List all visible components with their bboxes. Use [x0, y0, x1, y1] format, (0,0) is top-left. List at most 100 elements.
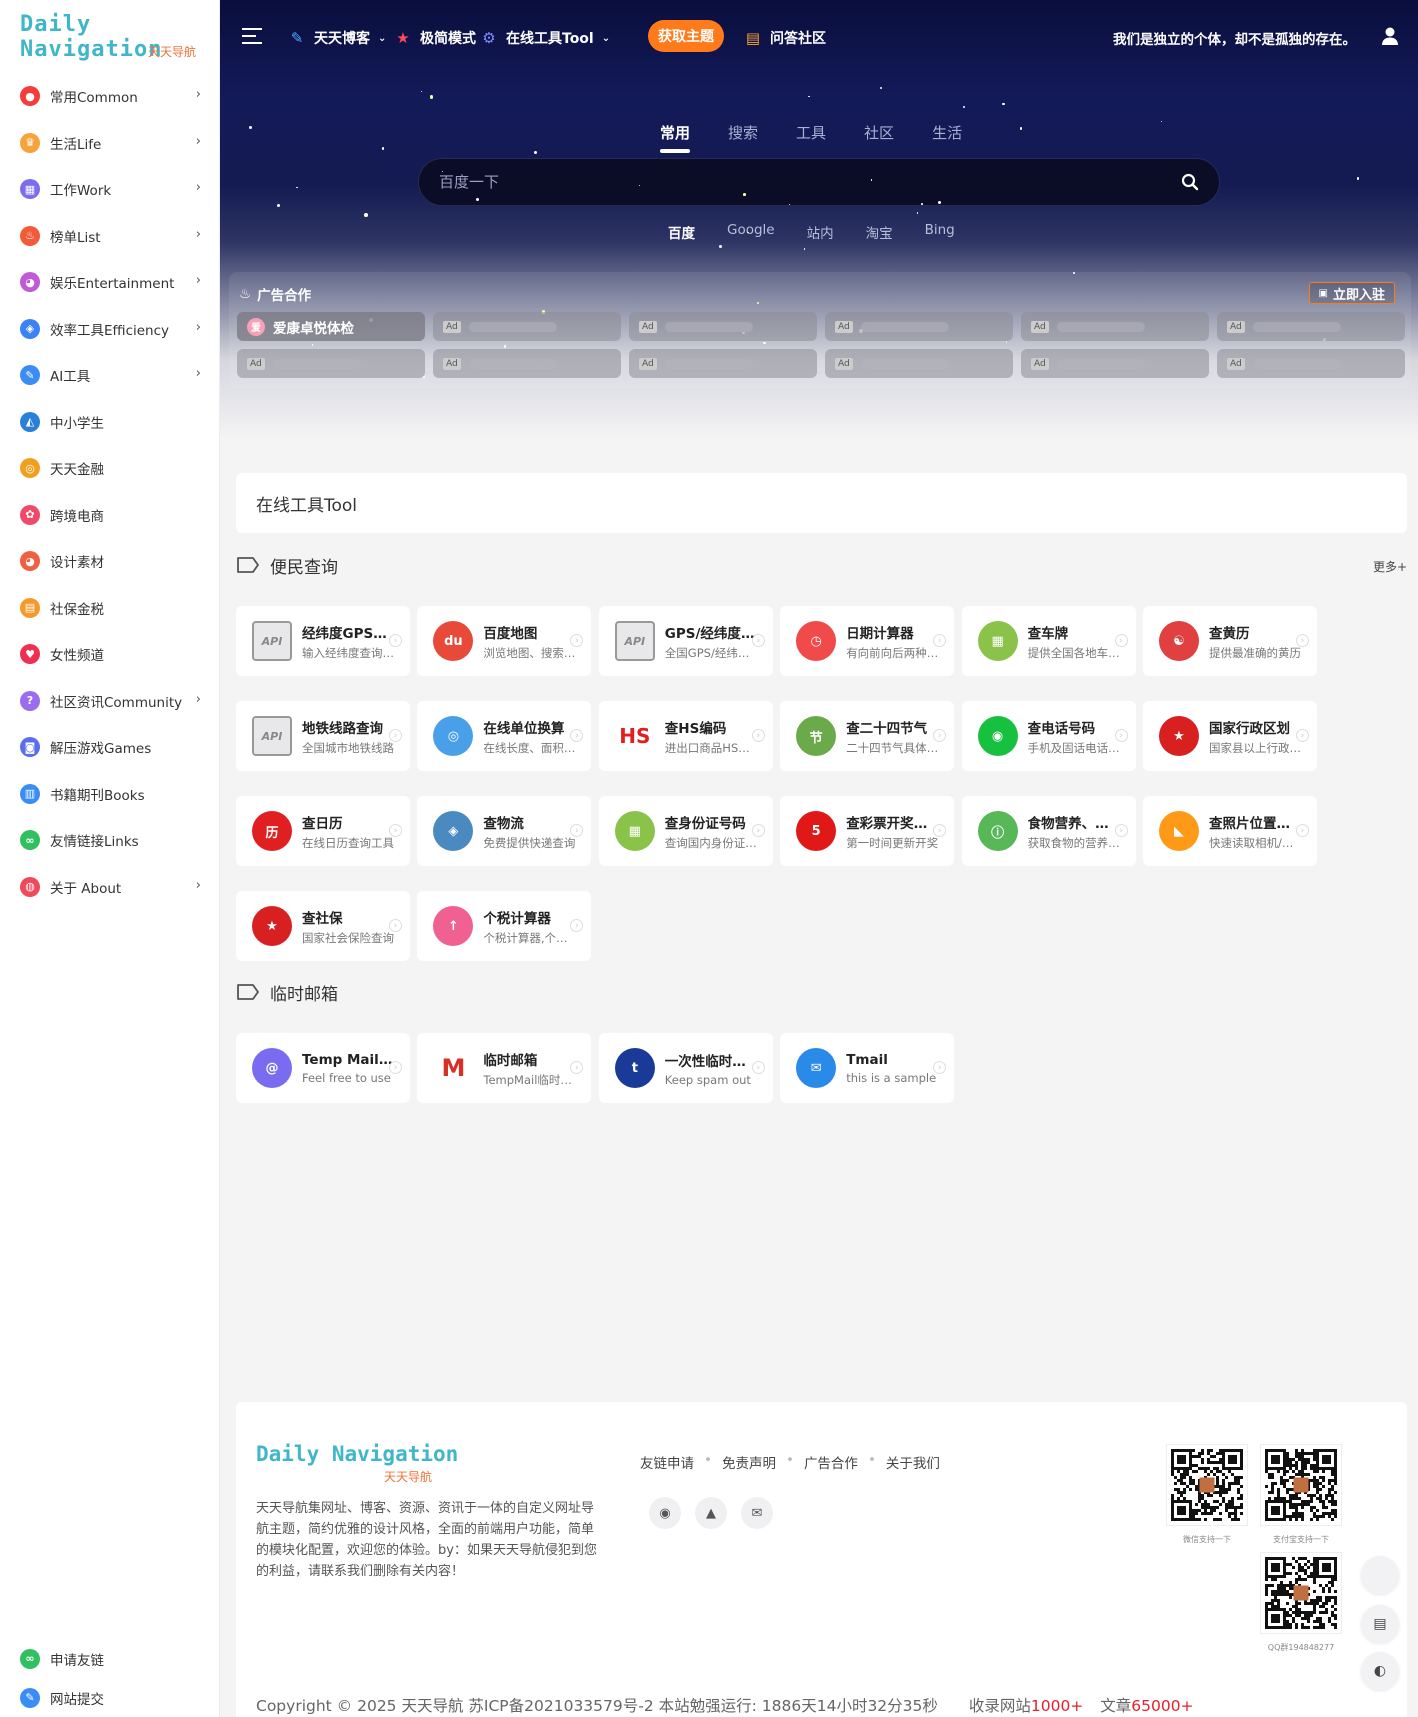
theme-toggle-button[interactable]: ◐ — [1361, 1652, 1399, 1690]
sidebar-item-1[interactable]: ∞ 申请友链 — [0, 1639, 220, 1678]
tool-card[interactable]: 5 查彩票开奖结果 第一时间更新开奖 › — [780, 796, 955, 866]
tool-card[interactable]: ◈ 查物流 免费提供快递查询 › — [417, 796, 592, 866]
tool-card[interactable]: ◎在线单位换算在线长度、面积换算› — [417, 701, 592, 771]
arrow-right-circle-icon[interactable]: › — [389, 824, 402, 837]
arrow-right-circle-icon[interactable]: › — [1114, 634, 1128, 647]
wechat-icon[interactable]: ◉ — [649, 1497, 681, 1529]
sidebar-item-9[interactable]: ◎ 天天金融 — [0, 445, 219, 492]
arrow-right-circle-icon[interactable]: › — [389, 919, 402, 932]
arrow-right-circle-icon[interactable]: › — [389, 1061, 402, 1074]
arrow-right-circle-icon[interactable]: › — [751, 824, 765, 837]
tool-card[interactable]: @ Temp Mail - Disposable Feel free to use› — [236, 1033, 410, 1103]
tool-card[interactable]: ◷日期计算器有向前向后两种计算› — [780, 606, 955, 676]
sidebar-item-5[interactable]: ◕ 娱乐Entertainment › — [0, 259, 219, 306]
nav-item-tools[interactable]: ⚙ 在线工具Tool ⌄ — [480, 28, 610, 48]
arrow-right-circle-icon[interactable]: › — [1296, 824, 1309, 837]
footer-logo[interactable]: Daily Navigation 天天导航 — [256, 1442, 458, 1484]
tool-card[interactable]: ★ 查社保 国家社会保险查询 › — [236, 891, 410, 961]
arrow-right-circle-icon[interactable]: › — [570, 919, 584, 932]
ad-slot-empty[interactable]: Ad — [1217, 312, 1405, 341]
sidebar-item-6[interactable]: ◈ 效率工具Efficiency › — [0, 306, 219, 353]
arrow-right-circle-icon[interactable]: › — [751, 1061, 765, 1074]
search-tab[interactable]: 生活 — [932, 122, 962, 143]
nav-item-qa[interactable]: ▤ 问答社区 — [744, 28, 826, 48]
ad-slot-featured[interactable]: 爱爱康卓悦体检 — [237, 312, 425, 341]
float-menu-button[interactable]: ▤ — [1361, 1605, 1399, 1643]
tool-card[interactable]: ▦ 查身份证号码查询国内身份证号码› — [598, 796, 773, 866]
arrow-right-circle-icon[interactable]: › — [1114, 729, 1128, 742]
search-engine-tab[interactable]: 百度 — [668, 222, 695, 242]
tool-card[interactable]: ★ 国家行政区划国家县以上行政区划› — [1143, 701, 1317, 771]
ad-slot-empty[interactable]: Ad — [1021, 349, 1209, 378]
site-logo[interactable]: Daily Navigation 天天导航 — [0, 0, 219, 73]
tool-card[interactable]: API 地铁线路查询 全国城市地铁线路 › — [236, 701, 410, 771]
ad-slot-empty[interactable]: Ad — [825, 349, 1013, 378]
arrow-right-circle-icon[interactable]: › — [933, 634, 947, 647]
arrow-right-circle-icon[interactable]: › — [933, 824, 947, 837]
tool-card[interactable]: 历查日历 在线日历查询工具 › — [236, 796, 410, 866]
arrow-right-circle-icon[interactable]: › — [1114, 824, 1128, 837]
tool-card[interactable]: HS 查HS编码 进出口商品HS编码 › — [598, 701, 773, 771]
tool-card[interactable]: ⓘ 食物营养、热量获取食物的营养成分› — [961, 796, 1136, 866]
search-tab[interactable]: 常用 — [660, 122, 691, 153]
ad-slot-empty[interactable]: Ad — [825, 312, 1013, 341]
nav-item-blog[interactable]: ✎ 天天博客 ⌄ — [288, 28, 387, 48]
arrow-right-circle-icon[interactable]: › — [389, 729, 402, 742]
footer-link[interactable]: 免责声明 — [722, 1452, 776, 1472]
sidebar-item-10[interactable]: ✿ 跨境电商 — [0, 492, 219, 539]
tool-card[interactable]: ◣ 查照片位置信息 快速读取相机/照片 › — [1143, 796, 1317, 866]
arrow-right-circle-icon[interactable]: › — [570, 729, 584, 742]
arrow-right-circle-icon[interactable]: › — [389, 634, 402, 647]
footer-link[interactable]: 关于我们 — [886, 1452, 940, 1472]
arrow-right-circle-icon[interactable]: › — [933, 729, 947, 742]
sidebar-item-2[interactable]: ✎ 网站提交 — [0, 1678, 220, 1717]
menu-toggle-icon[interactable] — [242, 28, 262, 44]
join-ad-button[interactable]: ▣ 立即入驻 — [1308, 282, 1395, 304]
float-blank-button[interactable] — [1361, 1556, 1399, 1594]
email-icon[interactable]: ✉ — [741, 1497, 773, 1529]
ad-slot-empty[interactable]: Ad — [1217, 349, 1405, 378]
tool-card[interactable]: t 一次性临时邮箱 Keep spam out › — [598, 1033, 773, 1103]
tool-card[interactable]: ✉ Tmail this is a sample › — [780, 1033, 955, 1103]
arrow-right-circle-icon[interactable]: › — [570, 824, 584, 837]
arrow-right-circle-icon[interactable]: › — [1296, 729, 1309, 742]
arrow-right-circle-icon[interactable]: › — [751, 634, 765, 647]
tool-card[interactable]: ▦ 查车牌提供全国各地车牌查询› — [961, 606, 1136, 676]
ad-slot-empty[interactable]: Ad — [1021, 312, 1209, 341]
search-engine-tab[interactable]: 淘宝 — [866, 222, 893, 242]
get-theme-button[interactable]: 获取主题 — [648, 20, 724, 52]
tool-card[interactable]: API GPS/经纬度查询全国GPS/经纬度查询› — [598, 606, 773, 676]
arrow-right-circle-icon[interactable]: › — [751, 729, 765, 742]
sidebar-item-13[interactable]: ♥ 女性频道 — [0, 631, 219, 678]
more-link[interactable]: 更多+ — [1373, 558, 1407, 575]
search-tab[interactable]: 工具 — [796, 122, 826, 143]
user-icon[interactable] — [1380, 26, 1400, 46]
sidebar-item-18[interactable]: ◍ 关于 About › — [0, 864, 219, 911]
sidebar-item-16[interactable]: ▥ 书籍期刊Books — [0, 771, 219, 818]
tool-card[interactable]: API 经纬度GPS查询输入经纬度查询位置› — [236, 606, 410, 676]
tool-card[interactable]: ◉ 查电话号码手机及固话电话归属› — [961, 701, 1136, 771]
ad-slot-empty[interactable]: Ad — [433, 349, 621, 378]
search-engine-tab[interactable]: 站内 — [807, 222, 834, 242]
search-tab[interactable]: 搜索 — [728, 122, 758, 143]
tool-card[interactable]: 节查二十四节气二十四节气具体时间› — [780, 701, 955, 771]
footer-link[interactable]: 广告合作 — [804, 1452, 858, 1472]
nav-item-minimal[interactable]: ★ 极简模式 — [394, 28, 476, 48]
sidebar-item-8[interactable]: ◭ 中小学生 — [0, 399, 219, 446]
sidebar-item-4[interactable]: ♨ 榜单List › — [0, 213, 219, 260]
sidebar-item-12[interactable]: ▤ 社保金税 — [0, 585, 219, 632]
sidebar-item-17[interactable]: ∞ 友情链接Links — [0, 817, 219, 864]
sidebar-item-7[interactable]: ✎ AI工具 › — [0, 352, 219, 399]
qq-icon[interactable]: ▲ — [695, 1497, 727, 1529]
search-tab[interactable]: 社区 — [864, 122, 894, 143]
search-input[interactable] — [439, 159, 1139, 205]
arrow-right-circle-icon[interactable]: › — [570, 634, 584, 647]
tool-card[interactable]: du百度地图浏览地图、搜索地点› — [417, 606, 592, 676]
sidebar-item-14[interactable]: ? 社区资讯Community › — [0, 678, 219, 725]
tool-card[interactable]: ☯ 查黄历 提供最准确的黄历 › — [1143, 606, 1317, 676]
tool-card[interactable]: ↑个税计算器个税计算器,个税查询› — [417, 891, 592, 961]
sidebar-item-1[interactable]: ● 常用Common › — [0, 73, 219, 120]
sidebar-item-15[interactable]: ◙ 解压游戏Games — [0, 724, 219, 771]
tool-card[interactable]: M 临时邮箱 TempMail临时邮箱 › — [417, 1033, 592, 1103]
search-engine-tab[interactable]: Bing — [925, 222, 955, 242]
